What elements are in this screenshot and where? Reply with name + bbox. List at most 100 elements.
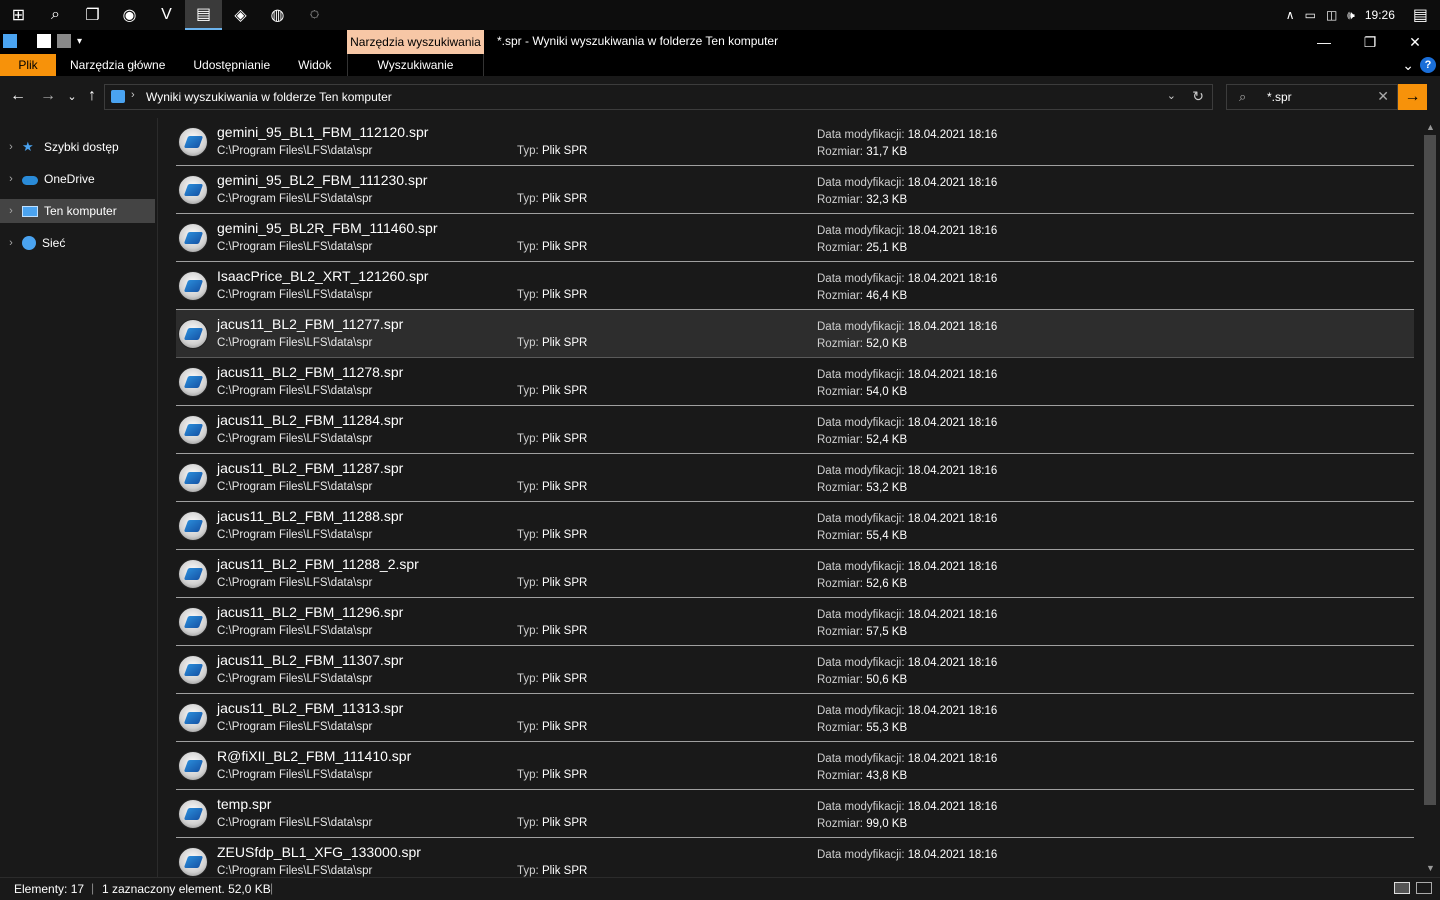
start-button[interactable]: ⊞	[0, 0, 37, 30]
network-tray-icon[interactable]: ▭	[1305, 8, 1316, 22]
expand-chevron-icon[interactable]: ›	[0, 173, 22, 185]
list-item[interactable]: IsaacPrice_BL2_XRT_121260.spr C:\Program …	[176, 262, 1414, 310]
search-go-button[interactable]: →	[1398, 84, 1427, 110]
lfs-app[interactable]: ◈	[222, 0, 259, 30]
date-label: Data modyfikacji:	[817, 321, 905, 333]
list-item[interactable]: jacus11_BL2_FBM_11277.spr C:\Program File…	[176, 310, 1414, 358]
tab-share[interactable]: Udostępnianie	[179, 54, 284, 76]
expand-chevron-icon[interactable]: ›	[0, 205, 22, 217]
task-view-button[interactable]: ❐	[74, 0, 111, 30]
recent-locations-button[interactable]: ⌄	[62, 86, 82, 106]
list-item[interactable]: jacus11_BL2_FBM_11284.spr C:\Program File…	[176, 406, 1414, 454]
maximize-button[interactable]: ❐	[1347, 30, 1393, 54]
tab-file[interactable]: Plik	[0, 54, 56, 76]
tab-home[interactable]: Narzędzia główne	[56, 54, 179, 76]
minimize-button[interactable]: —	[1301, 30, 1347, 54]
file-name[interactable]: R@fiXII_BL2_FBM_111410.spr	[217, 748, 411, 764]
file-name[interactable]: gemini_95_BL1_FBM_112120.spr	[217, 124, 428, 140]
file-type: Typ: Plik SPR	[517, 337, 587, 349]
properties-icon[interactable]	[37, 34, 51, 48]
file-name[interactable]: gemini_95_BL2_FBM_111230.spr	[217, 172, 427, 188]
list-item[interactable]: gemini_95_BL1_FBM_112120.spr C:\Program F…	[176, 118, 1414, 166]
list-item[interactable]: jacus11_BL2_FBM_11313.spr C:\Program File…	[176, 694, 1414, 742]
display-tray-icon[interactable]: ◫	[1326, 8, 1337, 22]
firefox-app[interactable]: ◉	[111, 0, 148, 30]
file-name[interactable]: jacus11_BL2_FBM_11284.spr	[217, 412, 403, 428]
type-label: Typ:	[517, 289, 539, 301]
show-hidden-icons-icon[interactable]: ∧	[1286, 8, 1295, 22]
list-item[interactable]: jacus11_BL2_FBM_11288.spr C:\Program File…	[176, 502, 1414, 550]
sidebar-item-this-pc[interactable]: › Ten komputer	[0, 199, 155, 223]
size-value: 53,2 KB	[866, 482, 908, 494]
address-bar[interactable]: › Wyniki wyszukiwania w folderze Ten kom…	[104, 84, 1213, 110]
search-input[interactable]: *.spr	[1267, 90, 1292, 104]
file-name[interactable]: jacus11_BL2_FBM_11288.spr	[217, 508, 403, 524]
size-value: 52,0 KB	[866, 338, 908, 350]
new-folder-icon[interactable]	[57, 34, 71, 48]
scrollbar-thumb[interactable]	[1424, 135, 1436, 805]
forward-button[interactable]: →	[38, 86, 58, 106]
star-icon: ★	[22, 139, 34, 154]
file-name[interactable]: jacus11_BL2_FBM_11296.spr	[217, 604, 403, 620]
scroll-up-icon[interactable]: ▲	[1426, 122, 1435, 132]
list-item[interactable]: jacus11_BL2_FBM_11296.spr C:\Program File…	[176, 598, 1414, 646]
file-path: C:\Program Files\LFS\data\spr	[217, 145, 373, 157]
file-name[interactable]: jacus11_BL2_FBM_11313.spr	[217, 700, 403, 716]
scroll-down-icon[interactable]: ▼	[1426, 863, 1435, 873]
notification-icon[interactable]: ▤	[1413, 5, 1428, 25]
ribbon-controls: ⌄ ?	[1402, 54, 1436, 76]
file-name[interactable]: jacus11_BL2_FBM_11288_2.spr	[217, 556, 419, 572]
refresh-icon[interactable]: ↻	[1192, 88, 1204, 105]
steam-app[interactable]: ◍	[259, 0, 296, 30]
list-item[interactable]: ZEUSfdp_BL1_XFG_133000.spr C:\Program Fil…	[176, 838, 1414, 877]
file-name[interactable]: ZEUSfdp_BL1_XFG_133000.spr	[217, 844, 421, 860]
sidebar-item-onedrive[interactable]: › OneDrive	[0, 167, 157, 191]
address-dropdown-icon[interactable]: ⌄	[1167, 89, 1176, 102]
list-item[interactable]: jacus11_BL2_FBM_11287.spr C:\Program File…	[176, 454, 1414, 502]
list-item[interactable]: jacus11_BL2_FBM_11278.spr C:\Program File…	[176, 358, 1414, 406]
file-explorer-app[interactable]: ▤	[185, 0, 222, 30]
expand-chevron-icon[interactable]: ›	[0, 237, 22, 249]
type-value: Plik SPR	[541, 337, 588, 349]
search-button[interactable]: ⌕	[37, 0, 74, 30]
large-icons-view-icon[interactable]	[1416, 882, 1432, 894]
date-value: 18.04.2021 18:16	[907, 801, 998, 813]
clock[interactable]: 19:26	[1365, 8, 1395, 22]
breadcrumb-separator-icon[interactable]: ›	[131, 89, 135, 101]
file-name[interactable]: jacus11_BL2_FBM_11307.spr	[217, 652, 403, 668]
list-item[interactable]: gemini_95_BL2_FBM_111230.spr C:\Program F…	[176, 166, 1414, 214]
list-item[interactable]: temp.spr C:\Program Files\LFS\data\spr Typ…	[176, 790, 1414, 838]
back-button[interactable]: ←	[8, 86, 28, 106]
search-box[interactable]: ⌕ *.spr ✕	[1226, 84, 1398, 110]
volume-icon[interactable]: 🕪	[1347, 8, 1355, 23]
tab-view[interactable]: Widok	[284, 54, 345, 76]
list-item[interactable]: R@fiXII_BL2_FBM_111410.spr C:\Program Fil…	[176, 742, 1414, 790]
file-name[interactable]: jacus11_BL2_FBM_11277.spr	[217, 316, 403, 332]
list-item[interactable]: gemini_95_BL2R_FBM_111460.spr C:\Program …	[176, 214, 1414, 262]
up-button[interactable]: ↑	[82, 86, 102, 106]
sidebar-item-quick-access[interactable]: › ★ Szybki dostęp	[0, 135, 157, 159]
breadcrumb[interactable]: Wyniki wyszukiwania w folderze Ten kompu…	[146, 90, 392, 104]
file-name[interactable]: jacus11_BL2_FBM_11278.spr	[217, 364, 403, 380]
taskbar: ⊞ ⌕ ❐ ◉ V ▤ ◈ ◍ ◌ ∧ ▭ ◫ 🕪 19:26 ▤	[0, 0, 1440, 30]
close-button[interactable]: ✕	[1392, 30, 1438, 54]
file-name[interactable]: temp.spr	[217, 796, 271, 812]
help-button[interactable]: ?	[1420, 57, 1436, 73]
tab-search[interactable]: Wyszukiwanie	[347, 54, 484, 76]
details-view-icon[interactable]	[1394, 882, 1410, 894]
vertical-scrollbar[interactable]: ▲ ▼	[1422, 118, 1440, 877]
expand-chevron-icon[interactable]: ›	[0, 141, 22, 153]
list-item[interactable]: jacus11_BL2_FBM_11307.spr C:\Program File…	[176, 646, 1414, 694]
date-label: Data modyfikacji:	[817, 609, 905, 621]
sidebar-item-network[interactable]: › Sieć	[0, 231, 157, 255]
file-name[interactable]: gemini_95_BL2R_FBM_111460.spr	[217, 220, 438, 236]
app-generic[interactable]: ◌	[296, 0, 333, 30]
file-name[interactable]: IsaacPrice_BL2_XRT_121260.spr	[217, 268, 428, 284]
customize-toolbar-icon[interactable]: ▾	[77, 36, 82, 47]
file-name[interactable]: jacus11_BL2_FBM_11287.spr	[217, 460, 403, 476]
list-item[interactable]: jacus11_BL2_FBM_11288_2.spr C:\Program Fi…	[176, 550, 1414, 598]
clear-search-icon[interactable]: ✕	[1377, 88, 1389, 105]
lfs-file-icon	[178, 655, 208, 685]
vscode-app[interactable]: V	[148, 0, 185, 30]
expand-ribbon-icon[interactable]: ⌄	[1402, 57, 1414, 74]
